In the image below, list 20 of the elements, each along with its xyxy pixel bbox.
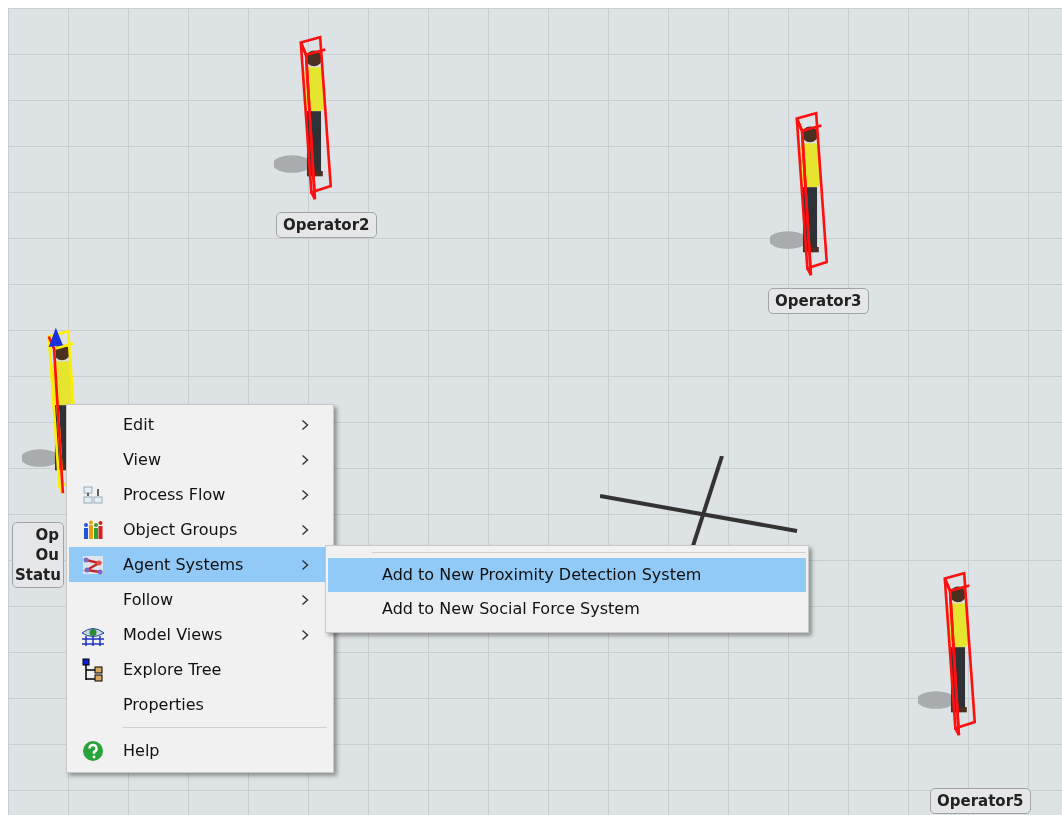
people-group-icon bbox=[83, 519, 103, 540]
submenu-item[interactable]: Add to New Social Force System bbox=[328, 592, 806, 626]
menu-item[interactable]: Properties bbox=[69, 687, 331, 722]
network-nodes-icon bbox=[82, 554, 104, 575]
menu-item[interactable]: Help bbox=[69, 733, 331, 768]
tree-hierarchy-icon bbox=[82, 657, 104, 682]
menu-item[interactable]: Follow bbox=[69, 582, 331, 617]
menu-item[interactable]: Process Flow bbox=[69, 477, 331, 512]
help-icon bbox=[82, 739, 104, 762]
menu-item[interactable]: Model Views bbox=[69, 617, 331, 652]
object-name-label: Operator2 bbox=[276, 212, 377, 238]
object-name-label: Operator5 bbox=[930, 788, 1031, 814]
menu-item[interactable]: Object Groups bbox=[69, 512, 331, 547]
process-flow-icon bbox=[83, 485, 103, 504]
menu-item[interactable]: Explore Tree bbox=[69, 652, 331, 687]
object-name-label: Op Ou Statu bbox=[12, 522, 64, 588]
menu-item[interactable]: View bbox=[69, 442, 331, 477]
menu-item[interactable]: Edit bbox=[69, 407, 331, 442]
object-name-label: Operator3 bbox=[768, 288, 869, 314]
submenu-item[interactable]: Add to New Proximity Detection System bbox=[328, 558, 806, 592]
